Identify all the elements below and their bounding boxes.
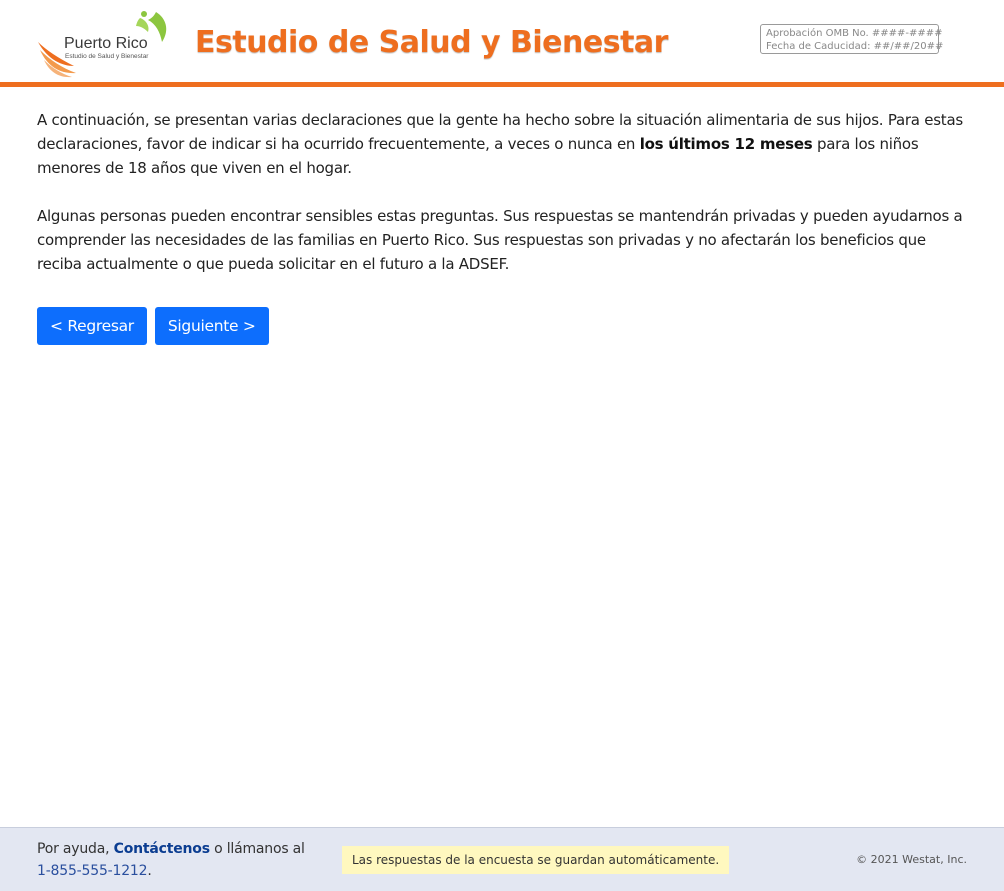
help-text: Por ayuda, Contáctenos o llámanos al 1-8…: [37, 838, 305, 882]
intro-emphasis: los últimos 12 meses: [639, 135, 813, 153]
header-divider: [0, 82, 1004, 87]
copyright: © 2021 Westat, Inc.: [856, 853, 967, 866]
back-button[interactable]: < Regresar: [37, 307, 147, 345]
omb-approval-number: Aprobación OMB No. ####-####: [766, 28, 943, 39]
main-content: A continuación, se presentan varias decl…: [37, 108, 972, 300]
omb-expiration-date: Fecha de Caducidad: ##/##/20##: [766, 41, 944, 52]
phone-link[interactable]: 1-855-555-1212: [37, 863, 148, 879]
puerto-rico-logo: Puerto Rico Estudio de Salud y Bienestar: [36, 10, 174, 78]
intro-paragraph: A continuación, se presentan varias decl…: [37, 108, 972, 180]
next-button[interactable]: Siguiente >: [154, 307, 269, 345]
help-prefix: Por ayuda,: [37, 841, 114, 857]
omb-approval-box: Aprobación OMB No. ####-#### Fecha de Ca…: [760, 24, 944, 54]
logo-name: Puerto Rico: [64, 35, 148, 52]
site-footer: Por ayuda, Contáctenos o llámanos al 1-8…: [0, 827, 1004, 891]
autosave-notice: Las respuestas de la encuesta se guardan…: [342, 846, 730, 874]
logo-tagline: Estudio de Salud y Bienestar: [65, 53, 149, 60]
contact-link[interactable]: Contáctenos: [114, 841, 210, 857]
help-middle: o llámanos al: [209, 841, 305, 857]
site-header: Puerto Rico Estudio de Salud y Bienestar…: [0, 0, 1004, 82]
page-title: Estudio de Salud y Bienestar: [195, 25, 668, 60]
phone-suffix: .: [147, 863, 152, 879]
navigation-buttons: < Regresar Siguiente >: [37, 307, 269, 345]
privacy-paragraph: Algunas personas pueden encontrar sensib…: [37, 207, 963, 273]
